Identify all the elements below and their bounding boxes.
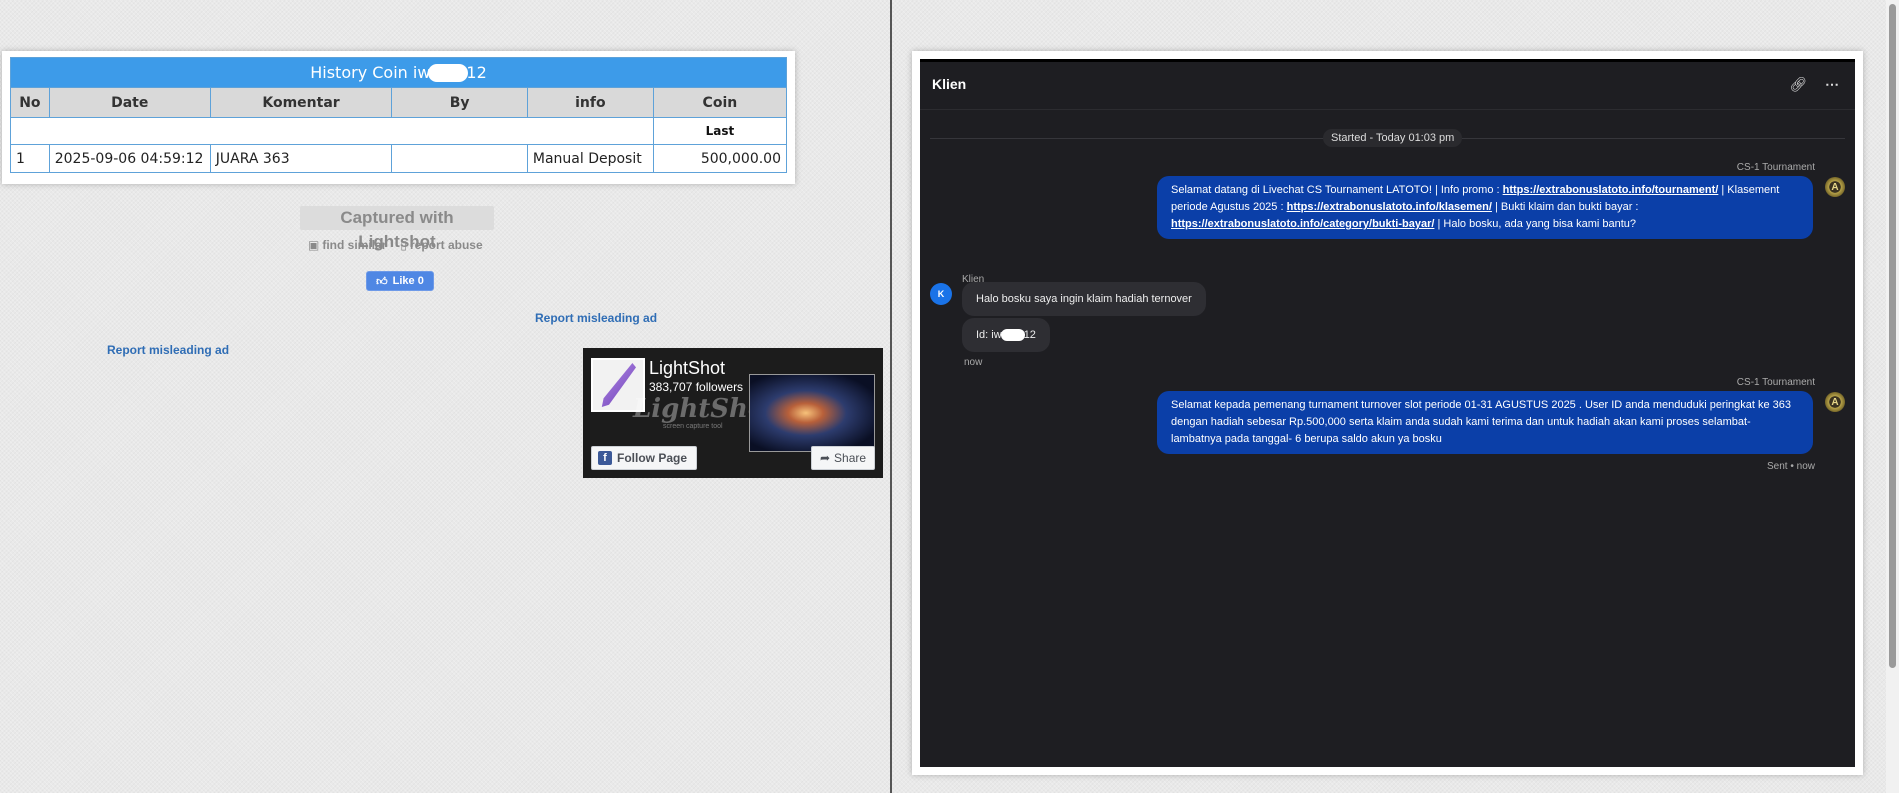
tournament-link[interactable]: https://extrabonuslatoto.info/tournament… — [1503, 184, 1719, 196]
feather-icon — [601, 363, 636, 407]
col-komentar: Komentar — [209, 87, 393, 118]
scroll-thumb[interactable] — [1889, 4, 1896, 668]
agent-avatar: A — [1825, 177, 1845, 197]
agent-name: CS-1 Tournament — [1736, 377, 1815, 388]
facebook-page-widget[interactable]: LightShot 383,707 followers LightShot sc… — [583, 348, 883, 478]
history-coin-table: History Coin iw 12 No Date Komentar By in… — [10, 57, 788, 173]
client-message: Halo bosku saya ingin klaim hadiah terno… — [962, 282, 1206, 316]
cell-coin: 500,000.00 — [652, 144, 788, 173]
chat-title: Klien — [932, 76, 967, 92]
client-avatar: K — [930, 283, 952, 305]
table-row: 1 2025-09-06 04:59:12 JUARA 363 Manual D… — [10, 144, 788, 173]
find-similar-link[interactable]: ▣ find similar — [308, 238, 386, 252]
page-scrollbar[interactable] — [1886, 0, 1899, 793]
lightshot-page: History Coin iw 12 No Date Komentar By in… — [0, 0, 890, 793]
cell-no: 1 — [10, 144, 50, 173]
col-info: info — [526, 87, 654, 118]
chat-header: Klien 🔗︎ ⋯ — [920, 62, 1855, 110]
fb-page-name[interactable]: LightShot — [649, 358, 725, 379]
klasemen-link[interactable]: https://extrabonuslatoto.info/klasemen/ — [1287, 201, 1492, 213]
fb-cover-image — [749, 374, 875, 452]
bukti-bayar-link[interactable]: https://extrabonuslatoto.info/category/b… — [1171, 218, 1434, 230]
fb-followers: 383,707 followers — [649, 380, 744, 394]
camera-icon: ▣ — [308, 238, 320, 252]
col-coin: Coin — [652, 87, 788, 118]
share-button[interactable]: ➦ Share — [811, 446, 875, 470]
fb-cover-tagline: screen capture tool — [663, 423, 723, 430]
col-date: Date — [48, 87, 211, 118]
share-icon: ➦ — [819, 451, 831, 465]
cell-info: Manual Deposit — [526, 144, 654, 173]
agent-message: Selamat kepada pemenang turnament turnov… — [1157, 391, 1813, 454]
window-divider — [890, 0, 892, 793]
livechat-window: Klien 🔗︎ ⋯ Started - Today 01:03 pm CS-1… — [920, 59, 1855, 767]
started-label: Started - Today 01:03 pm — [1323, 129, 1463, 147]
cell-komentar: JUARA 363 — [209, 144, 393, 173]
table-header-row: No Date Komentar By info Coin — [10, 87, 788, 118]
chat-screenshot-frame: Klien 🔗︎ ⋯ Started - Today 01:03 pm CS-1… — [912, 51, 1863, 775]
report-ad-link-1[interactable]: Report misleading ad — [535, 311, 657, 325]
agent-name: CS-1 Tournament — [1736, 162, 1815, 173]
lightshot-caption: Captured with Lightshot — [300, 206, 494, 251]
follow-page-button[interactable]: f Follow Page — [591, 446, 697, 470]
report-abuse-link[interactable]: ▯ report abuse — [400, 238, 482, 252]
screenshot-frame: History Coin iw 12 No Date Komentar By in… — [2, 51, 795, 184]
last-label: Last — [652, 117, 788, 145]
trash-icon: ▯ — [400, 238, 407, 252]
col-no: No — [10, 87, 50, 118]
redaction-blur — [1000, 329, 1025, 342]
image-tools: ▣ find similar ▯ report abuse — [308, 238, 483, 252]
cell-by — [391, 144, 528, 173]
report-ad-link-2[interactable]: Report misleading ad — [107, 343, 229, 357]
history-title: History Coin iw 12 — [10, 57, 787, 88]
agent-avatar: A — [1825, 392, 1845, 412]
cell-date: 2025-09-06 04:59:12 — [48, 144, 211, 173]
link-icon[interactable]: 🔗︎ — [1789, 76, 1807, 93]
last-row: Last — [10, 117, 788, 145]
client-timestamp: now — [964, 357, 983, 368]
thumbs-up-icon: 👍︎ — [376, 275, 388, 288]
agent-message: Selamat datang di Livechat CS Tournament… — [1157, 176, 1813, 239]
client-message: Id: iw 12 — [962, 318, 1050, 352]
redaction-blur — [428, 64, 469, 83]
sent-status: Sent • now — [1767, 461, 1815, 472]
more-icon[interactable]: ⋯ — [1825, 76, 1839, 93]
col-by: By — [391, 87, 528, 118]
like-button[interactable]: 👍︎ Like 0 — [366, 271, 434, 291]
facebook-icon: f — [598, 451, 612, 465]
